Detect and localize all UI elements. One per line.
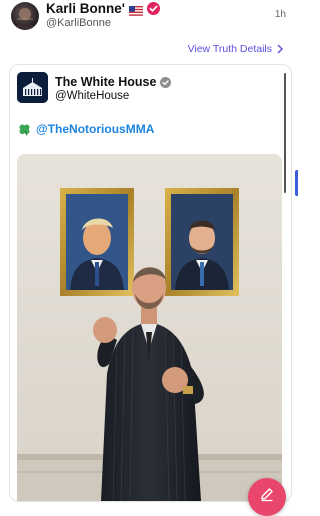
four-leaf-clover-icon (19, 124, 30, 136)
scrollbar-thumb[interactable] (284, 73, 286, 193)
edge-scroll-indicator (295, 170, 298, 196)
post-photo[interactable] (17, 154, 282, 501)
author-name-row[interactable]: Karli Bonne' (46, 1, 160, 16)
author-name[interactable]: Karli Bonne' (46, 1, 125, 16)
author-avatar[interactable] (11, 2, 39, 30)
verified-badge-icon (160, 76, 172, 88)
us-flag-icon (128, 4, 143, 16)
white-house-logo[interactable] (17, 72, 48, 103)
quoted-author-name[interactable]: The White House (55, 75, 156, 89)
mention-link[interactable]: @TheNotoriousMMA (36, 122, 154, 136)
chevron-right-icon (277, 44, 283, 54)
post-timestamp: 1h (274, 9, 286, 20)
view-truth-details-link[interactable]: View Truth Details (188, 43, 284, 55)
author-handle[interactable]: @KarliBonne (46, 17, 111, 29)
view-truth-details-label[interactable]: View Truth Details (188, 43, 272, 55)
quoted-author-handle[interactable]: @WhiteHouse (55, 90, 129, 102)
compose-button[interactable] (248, 478, 286, 516)
red-verified-icon (146, 2, 160, 15)
quoted-author-name-row[interactable]: The White House (55, 75, 172, 89)
mention-row: @TheNotoriousMMA (18, 122, 154, 136)
quoted-post-card[interactable]: The White House @WhiteHouse @TheNotoriou… (9, 64, 292, 502)
